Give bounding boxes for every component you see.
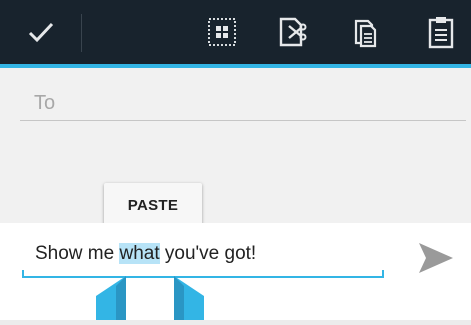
copy-icon [354,19,377,48]
paste-button[interactable] [417,0,465,64]
clipboard-icon [428,17,454,49]
selected-text: what [119,243,160,264]
selection-handle-right[interactable] [170,276,204,320]
message-input-area [0,223,471,320]
message-text-after: you've got! [159,243,257,264]
cut-icon [279,17,307,47]
cut-button[interactable] [268,0,316,64]
action-bar-divider [81,14,82,52]
message-text-before: Show me [35,243,120,264]
select-all-button[interactable] [198,0,246,64]
to-placeholder: To [34,92,56,114]
selection-handle-right-icon [174,276,204,320]
input-underline-cap-right [382,270,384,278]
contextual-action-bar [0,0,471,64]
copy-button[interactable] [342,0,390,64]
select-all-icon [208,18,236,46]
send-icon [419,243,453,273]
selection-handle-left-icon [96,276,126,320]
selection-handle-left[interactable] [96,276,130,320]
done-button[interactable] [14,0,68,64]
message-field[interactable]: Show me what you've got! [35,243,256,265]
paste-popup-button[interactable]: PASTE [104,183,202,227]
checkmark-icon [28,22,54,43]
to-field[interactable]: To [20,80,466,121]
send-button[interactable] [412,234,460,282]
